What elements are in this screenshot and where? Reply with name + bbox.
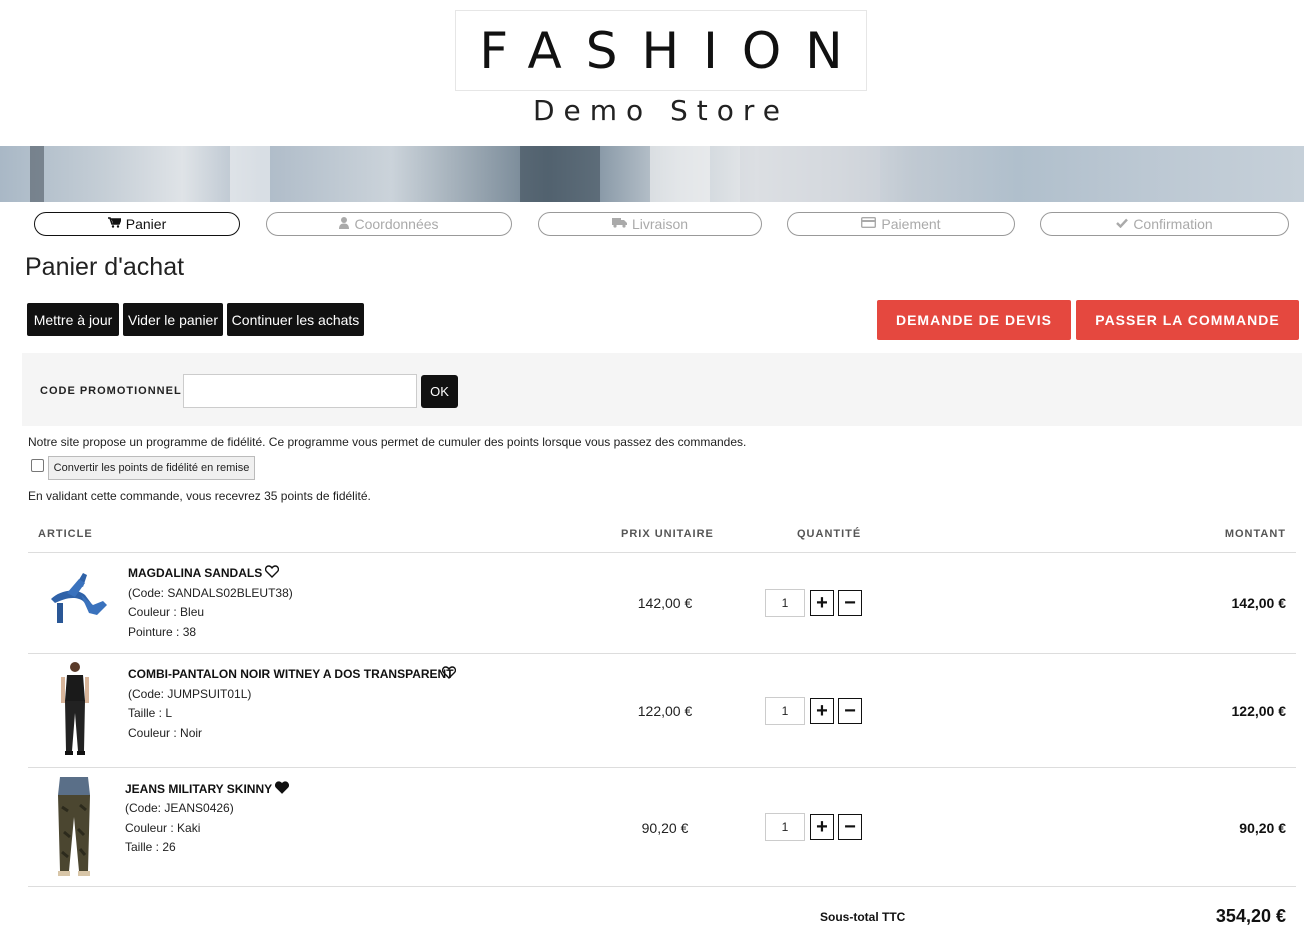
promo-ok-button[interactable]: OK (421, 375, 458, 408)
user-icon (339, 216, 350, 232)
step-cart[interactable]: Panier (34, 212, 240, 236)
product-name[interactable]: JEANS MILITARY SKINNY (125, 782, 272, 796)
place-order-button[interactable]: PASSER LA COMMANDE (1076, 300, 1299, 340)
product-code: (Code: SANDALS02BLEUT38) (128, 586, 293, 600)
product-attr: Couleur : Noir (128, 726, 203, 740)
col-unit-price: PRIX UNITAIRE (621, 528, 714, 540)
quantity-input[interactable]: 1 (765, 813, 805, 841)
empty-cart-button[interactable]: Vider le panier (123, 303, 223, 336)
step-delivery[interactable]: Livraison (538, 212, 762, 236)
page-title: Panier d'achat (25, 253, 185, 281)
heart-filled-icon[interactable] (275, 781, 289, 795)
logo-title: FASHION (479, 21, 867, 80)
product-image-jeans[interactable] (50, 777, 98, 882)
loyalty-checkbox[interactable] (31, 459, 44, 472)
promo-code-input[interactable] (183, 374, 417, 408)
step-label: Livraison (631, 216, 689, 232)
update-cart-button[interactable]: Mettre à jour (27, 303, 119, 336)
divider (28, 886, 1296, 887)
decrease-quantity-button[interactable]: − (838, 698, 862, 724)
unit-price: 90,20 € (641, 820, 689, 836)
request-quote-button[interactable]: DEMANDE DE DEVIS (877, 300, 1071, 340)
product-code: (Code: JUMPSUIT01L) (128, 687, 252, 701)
col-article: ARTICLE (38, 528, 93, 540)
step-confirmation[interactable]: Confirmation (1040, 212, 1289, 236)
divider (28, 653, 1296, 654)
store-logo[interactable]: FASHION (455, 10, 867, 91)
unit-price: 142,00 € (637, 595, 693, 611)
subtotal-label: Sous-total TTC (820, 910, 906, 924)
row-amount: 90,20 € (1239, 820, 1286, 836)
decrease-quantity-button[interactable]: − (838, 590, 862, 616)
product-attr: Couleur : Bleu (128, 605, 205, 619)
col-amount: MONTANT (1224, 528, 1286, 540)
step-label: Panier (125, 216, 167, 232)
increase-quantity-button[interactable]: + (810, 814, 834, 840)
product-attr: Taille : 26 (125, 840, 176, 854)
quantity-input[interactable]: 1 (765, 589, 805, 617)
loyalty-info: Notre site propose un programme de fidél… (28, 435, 747, 449)
product-name[interactable]: COMBI-PANTALON NOIR WITNEY A DOS TRANSPA… (128, 667, 454, 681)
product-attr: Pointure : 38 (128, 625, 197, 639)
product-attr: Couleur : Kaki (125, 821, 201, 835)
increase-quantity-button[interactable]: + (810, 698, 834, 724)
step-label: Confirmation (1133, 216, 1213, 232)
product-image-sandals[interactable] (45, 565, 115, 632)
unit-price: 122,00 € (637, 703, 693, 719)
heart-outline-icon[interactable] (441, 666, 457, 680)
quantity-input[interactable]: 1 (765, 697, 805, 725)
credit-card-icon (861, 216, 877, 231)
step-label: Coordonnées (354, 216, 439, 232)
check-icon (1116, 217, 1129, 231)
logo-subtitle: Demo Store (532, 94, 790, 127)
product-attr: Taille : L (128, 706, 173, 720)
product-image-jumpsuit[interactable] (55, 661, 95, 762)
col-quantity: QUANTITÉ (797, 528, 862, 540)
decrease-quantity-button[interactable]: − (838, 814, 862, 840)
row-amount: 142,00 € (1231, 595, 1287, 611)
cart-icon (107, 217, 122, 231)
truck-icon (611, 217, 627, 231)
divider (28, 552, 1296, 553)
heart-outline-icon[interactable] (264, 565, 280, 579)
product-code: (Code: JEANS0426) (125, 801, 234, 815)
row-amount: 122,00 € (1231, 703, 1287, 719)
loyalty-points-text: En validant cette commande, vous recevre… (28, 489, 371, 503)
header-banner (0, 146, 1304, 202)
convert-points-button[interactable]: Convertir les points de fidélité en remi… (48, 456, 255, 480)
product-name[interactable]: MAGDALINA SANDALS (128, 566, 262, 580)
subtotal-value: 354,20 € (1215, 906, 1286, 926)
promo-label: CODE PROMOTIONNEL : (40, 385, 191, 397)
continue-shopping-button[interactable]: Continuer les achats (227, 303, 364, 336)
step-payment[interactable]: Paiement (787, 212, 1015, 236)
step-details[interactable]: Coordonnées (266, 212, 512, 236)
increase-quantity-button[interactable]: + (810, 590, 834, 616)
step-label: Paiement (881, 216, 941, 232)
divider (28, 767, 1296, 768)
